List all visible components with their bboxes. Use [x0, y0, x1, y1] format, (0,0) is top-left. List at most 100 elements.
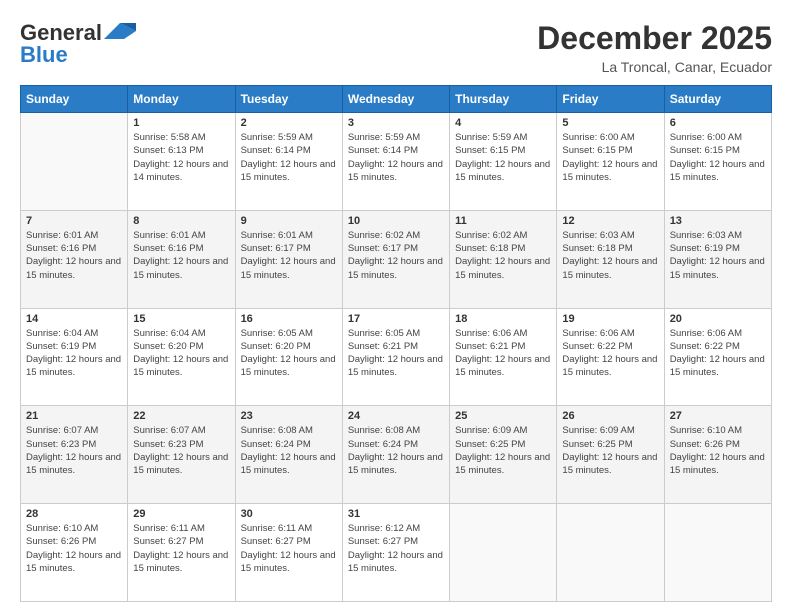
day-number: 14: [26, 313, 122, 325]
day-number: 10: [348, 215, 444, 227]
day-info: Sunrise: 6:03 AMSunset: 6:18 PMDaylight:…: [562, 229, 658, 282]
day-info: Sunrise: 6:10 AMSunset: 6:26 PMDaylight:…: [26, 522, 122, 575]
day-number: 9: [241, 215, 337, 227]
calendar-cell: 14 Sunrise: 6:04 AMSunset: 6:19 PMDayligh…: [21, 308, 128, 406]
day-number: 11: [455, 215, 551, 227]
calendar-cell: 31 Sunrise: 6:12 AMSunset: 6:27 PMDayligh…: [342, 504, 449, 602]
day-info: Sunrise: 6:09 AMSunset: 6:25 PMDaylight:…: [455, 424, 551, 477]
day-info: Sunrise: 6:00 AMSunset: 6:15 PMDaylight:…: [670, 131, 766, 184]
day-number: 31: [348, 508, 444, 520]
calendar-cell: 19 Sunrise: 6:06 AMSunset: 6:22 PMDayligh…: [557, 308, 664, 406]
day-info: Sunrise: 5:58 AMSunset: 6:13 PMDaylight:…: [133, 131, 229, 184]
calendar-cell: 6 Sunrise: 6:00 AMSunset: 6:15 PMDaylight…: [664, 113, 771, 211]
day-info: Sunrise: 6:07 AMSunset: 6:23 PMDaylight:…: [133, 424, 229, 477]
month-title: December 2025: [537, 20, 772, 57]
day-number: 27: [670, 410, 766, 422]
day-number: 13: [670, 215, 766, 227]
col-header-saturday: Saturday: [664, 86, 771, 113]
col-header-friday: Friday: [557, 86, 664, 113]
day-number: 20: [670, 313, 766, 325]
day-info: Sunrise: 6:07 AMSunset: 6:23 PMDaylight:…: [26, 424, 122, 477]
calendar-cell: 9Sunrise: 6:01 AMSunset: 6:17 PMDaylight…: [235, 210, 342, 308]
day-info: Sunrise: 5:59 AMSunset: 6:14 PMDaylight:…: [348, 131, 444, 184]
day-number: 24: [348, 410, 444, 422]
day-info: Sunrise: 5:59 AMSunset: 6:15 PMDaylight:…: [455, 131, 551, 184]
day-info: Sunrise: 6:06 AMSunset: 6:22 PMDaylight:…: [670, 327, 766, 380]
calendar-cell: 3 Sunrise: 5:59 AMSunset: 6:14 PMDaylight…: [342, 113, 449, 211]
col-header-sunday: Sunday: [21, 86, 128, 113]
day-info: Sunrise: 6:08 AMSunset: 6:24 PMDaylight:…: [348, 424, 444, 477]
logo: General Blue: [20, 20, 136, 68]
day-number: 12: [562, 215, 658, 227]
day-number: 26: [562, 410, 658, 422]
day-number: 29: [133, 508, 229, 520]
calendar-cell: 8 Sunrise: 6:01 AMSunset: 6:16 PMDaylight…: [128, 210, 235, 308]
day-number: 23: [241, 410, 337, 422]
calendar-cell: [557, 504, 664, 602]
calendar-cell: 2 Sunrise: 5:59 AMSunset: 6:14 PMDaylight…: [235, 113, 342, 211]
day-info: Sunrise: 6:11 AMSunset: 6:27 PMDaylight:…: [241, 522, 337, 575]
calendar-cell: 12 Sunrise: 6:03 AMSunset: 6:18 PMDayligh…: [557, 210, 664, 308]
calendar-cell: 21 Sunrise: 6:07 AMSunset: 6:23 PMDayligh…: [21, 406, 128, 504]
calendar-cell: 5 Sunrise: 6:00 AMSunset: 6:15 PMDaylight…: [557, 113, 664, 211]
day-number: 5: [562, 117, 658, 129]
day-info: Sunrise: 6:02 AMSunset: 6:17 PMDaylight:…: [348, 229, 444, 282]
day-number: 16: [241, 313, 337, 325]
col-header-wednesday: Wednesday: [342, 86, 449, 113]
calendar-cell: 17 Sunrise: 6:05 AMSunset: 6:21 PMDayligh…: [342, 308, 449, 406]
day-info: Sunrise: 6:04 AMSunset: 6:19 PMDaylight:…: [26, 327, 122, 380]
day-number: 4: [455, 117, 551, 129]
day-info: Sunrise: 6:00 AMSunset: 6:15 PMDaylight:…: [562, 131, 658, 184]
title-block: December 2025 La Troncal, Canar, Ecuador: [537, 20, 772, 75]
calendar-cell: 28 Sunrise: 6:10 AMSunset: 6:26 PMDayligh…: [21, 504, 128, 602]
day-number: 8: [133, 215, 229, 227]
day-number: 7: [26, 215, 122, 227]
logo-blue: Blue: [20, 42, 68, 68]
calendar-cell: 10 Sunrise: 6:02 AMSunset: 6:17 PMDayligh…: [342, 210, 449, 308]
day-info: Sunrise: 6:10 AMSunset: 6:26 PMDaylight:…: [670, 424, 766, 477]
calendar-cell: 18Sunrise: 6:06 AMSunset: 6:21 PMDayligh…: [450, 308, 557, 406]
day-number: 21: [26, 410, 122, 422]
calendar-cell: 13Sunrise: 6:03 AMSunset: 6:19 PMDayligh…: [664, 210, 771, 308]
day-number: 28: [26, 508, 122, 520]
day-info: Sunrise: 6:05 AMSunset: 6:21 PMDaylight:…: [348, 327, 444, 380]
calendar-cell: 22 Sunrise: 6:07 AMSunset: 6:23 PMDayligh…: [128, 406, 235, 504]
day-number: 6: [670, 117, 766, 129]
day-info: Sunrise: 6:08 AMSunset: 6:24 PMDaylight:…: [241, 424, 337, 477]
calendar-cell: 1 Sunrise: 5:58 AMSunset: 6:13 PMDaylight…: [128, 113, 235, 211]
col-header-tuesday: Tuesday: [235, 86, 342, 113]
calendar-cell: 15Sunrise: 6:04 AMSunset: 6:20 PMDayligh…: [128, 308, 235, 406]
calendar-cell: 27 Sunrise: 6:10 AMSunset: 6:26 PMDayligh…: [664, 406, 771, 504]
day-number: 1: [133, 117, 229, 129]
calendar-cell: 4 Sunrise: 5:59 AMSunset: 6:15 PMDaylight…: [450, 113, 557, 211]
calendar-cell: 23 Sunrise: 6:08 AMSunset: 6:24 PMDayligh…: [235, 406, 342, 504]
calendar-cell: 7 Sunrise: 6:01 AMSunset: 6:16 PMDaylight…: [21, 210, 128, 308]
logo-icon: [104, 21, 136, 41]
day-number: 2: [241, 117, 337, 129]
day-info: Sunrise: 6:09 AMSunset: 6:25 PMDaylight:…: [562, 424, 658, 477]
day-info: Sunrise: 6:05 AMSunset: 6:20 PMDaylight:…: [241, 327, 337, 380]
calendar-cell: 29Sunrise: 6:11 AMSunset: 6:27 PMDayligh…: [128, 504, 235, 602]
day-info: Sunrise: 6:06 AMSunset: 6:22 PMDaylight:…: [562, 327, 658, 380]
day-number: 19: [562, 313, 658, 325]
calendar-cell: 11 Sunrise: 6:02 AMSunset: 6:18 PMDayligh…: [450, 210, 557, 308]
day-info: Sunrise: 6:02 AMSunset: 6:18 PMDaylight:…: [455, 229, 551, 282]
day-number: 17: [348, 313, 444, 325]
col-header-monday: Monday: [128, 86, 235, 113]
day-info: Sunrise: 6:01 AMSunset: 6:16 PMDaylight:…: [26, 229, 122, 282]
day-info: Sunrise: 6:01 AMSunset: 6:16 PMDaylight:…: [133, 229, 229, 282]
calendar-cell: 26 Sunrise: 6:09 AMSunset: 6:25 PMDayligh…: [557, 406, 664, 504]
calendar-cell: 30Sunrise: 6:11 AMSunset: 6:27 PMDayligh…: [235, 504, 342, 602]
calendar-cell: 20 Sunrise: 6:06 AMSunset: 6:22 PMDayligh…: [664, 308, 771, 406]
day-number: 3: [348, 117, 444, 129]
col-header-thursday: Thursday: [450, 86, 557, 113]
calendar-cell: 16 Sunrise: 6:05 AMSunset: 6:20 PMDayligh…: [235, 308, 342, 406]
day-info: Sunrise: 6:12 AMSunset: 6:27 PMDaylight:…: [348, 522, 444, 575]
calendar-cell: 24 Sunrise: 6:08 AMSunset: 6:24 PMDayligh…: [342, 406, 449, 504]
day-number: 25: [455, 410, 551, 422]
calendar-cell: 25 Sunrise: 6:09 AMSunset: 6:25 PMDayligh…: [450, 406, 557, 504]
day-number: 22: [133, 410, 229, 422]
calendar-cell: [664, 504, 771, 602]
day-info: Sunrise: 5:59 AMSunset: 6:14 PMDaylight:…: [241, 131, 337, 184]
header: General Blue December 2025 La Troncal, C…: [20, 20, 772, 75]
